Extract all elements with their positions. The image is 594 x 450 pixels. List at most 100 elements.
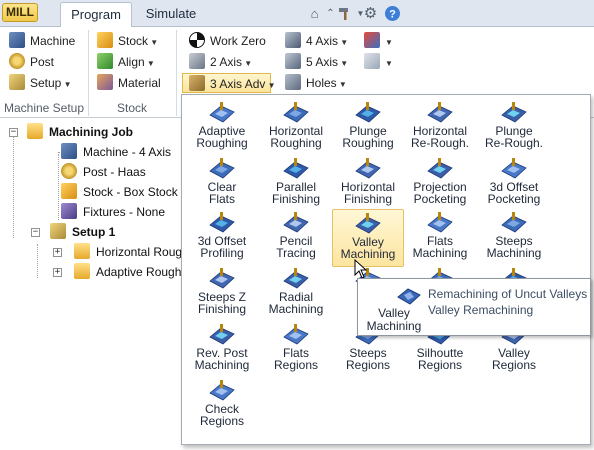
tree-guide xyxy=(13,134,14,238)
gallery-item-radial-machining[interactable]: Radial Machining xyxy=(260,265,332,323)
5-axis-button[interactable]: 5 Axis ▼ xyxy=(285,52,348,72)
gallery-item-3d-offset-profiling[interactable]: 3d Offset Profiling xyxy=(186,209,258,267)
tree-item-adaptive-roughing[interactable]: Adaptive Rough xyxy=(74,262,181,282)
folder-icon xyxy=(27,123,43,139)
ribbon-tab-bar: MILL Program Simulate ⌂ ⌃ ▼ ⚙ ? xyxy=(0,0,594,28)
tools-icon xyxy=(364,32,380,48)
machine-icon xyxy=(61,143,77,159)
stock-icon xyxy=(61,183,77,199)
holes-dropdown-icon: ▼ xyxy=(336,80,347,89)
setup-dropdown-icon: ▼ xyxy=(61,80,72,89)
valley-machining-icon xyxy=(396,285,422,307)
tab-program[interactable]: Program xyxy=(60,2,132,28)
tree-item-machine[interactable]: Machine - 4 Axis xyxy=(61,142,171,162)
mouse-cursor-icon xyxy=(354,258,368,279)
gallery-item-clear-flats[interactable]: Clear Flats xyxy=(186,155,258,213)
stock-button[interactable]: Stock ▼ xyxy=(97,31,158,51)
tooltip: Valley Machining Remachining of Uncut Va… xyxy=(357,278,591,336)
tree-item-post[interactable]: Post - Haas xyxy=(61,162,146,182)
2-axis-dropdown-icon: ▼ xyxy=(242,59,253,68)
tab-simulate[interactable]: Simulate xyxy=(138,2,204,28)
tree-expander-op-1[interactable]: + xyxy=(53,248,62,257)
gallery-item-label: Regions xyxy=(491,358,537,372)
plunge-re-rough-icon xyxy=(500,101,528,125)
work-zero-icon xyxy=(189,32,205,48)
mill-app-button[interactable]: MILL xyxy=(2,3,38,22)
5-axis-icon xyxy=(285,53,301,69)
gallery-item-flats-machining[interactable]: Flats Machining xyxy=(404,209,476,267)
holes-button[interactable]: Holes ▼ xyxy=(285,73,347,93)
tree-item-machining-job[interactable]: Machining Job xyxy=(27,122,133,142)
post-button[interactable]: Post xyxy=(9,52,54,72)
check-regions-icon xyxy=(208,379,236,403)
gallery-item-parallel-finishing[interactable]: Parallel Finishing xyxy=(260,155,332,213)
gallery-item-plunge-roughing[interactable]: Plunge Roughing xyxy=(332,99,404,157)
material-button[interactable]: Material xyxy=(97,73,161,93)
flats-machining-icon xyxy=(426,211,454,235)
tree-expander-op-2[interactable]: + xyxy=(53,268,62,277)
tree-expander-root[interactable]: − xyxy=(9,128,18,137)
rev-post-machining-icon xyxy=(208,323,236,347)
job-tree: − Machining Job Machine - 4 Axis Post - … xyxy=(0,118,183,450)
align-button[interactable]: Align ▼ xyxy=(97,52,155,72)
gallery-item-horizontal-finishing[interactable]: Horizontal Finishing xyxy=(332,155,404,213)
gallery-item-adaptive-roughing[interactable]: Adaptive Roughing xyxy=(186,99,258,157)
tree-expander-setup[interactable]: − xyxy=(31,228,40,237)
tooltip-title: Valley Machining xyxy=(366,306,422,333)
gallery-item-label: Pocketing xyxy=(413,192,467,206)
3d-offset-profiling-icon xyxy=(208,211,236,235)
tools-button[interactable]: ▼ xyxy=(364,31,393,51)
gallery-item-steeps-machining[interactable]: Steeps Machining xyxy=(478,209,550,267)
gallery-item-projection-pocketing[interactable]: Projection Pocketing xyxy=(404,155,476,213)
tree-item-fixtures[interactable]: Fixtures - None xyxy=(61,202,165,222)
gallery-item-horizontal-re-rough[interactable]: Horizontal Re-Rough. xyxy=(404,99,476,157)
work-zero-button[interactable]: Work Zero xyxy=(189,31,266,51)
gallery-item-flats-regions[interactable]: Flats Regions xyxy=(260,321,332,379)
machine-button[interactable]: Machine xyxy=(9,31,75,51)
4-axis-button[interactable]: 4 Axis ▼ xyxy=(285,31,348,51)
gear-icon[interactable]: ⚙ xyxy=(362,5,379,22)
group-label-stock: Stock xyxy=(116,101,147,115)
setup-button[interactable]: Setup ▼ xyxy=(9,73,72,93)
3-axis-adv-gallery: Adaptive Roughing Horizontal Roughing Plunge… xyxy=(181,94,591,445)
home-icon[interactable]: ⌂ xyxy=(306,5,323,22)
hammer-icon[interactable] xyxy=(336,5,353,22)
post-icon xyxy=(61,163,77,179)
tools-dropdown-icon: ▼ xyxy=(385,38,393,47)
gallery-item-label: Machining xyxy=(194,358,250,372)
material-icon xyxy=(97,74,113,90)
holes-icon xyxy=(285,74,301,90)
gallery-item-3d-offset-pocketing[interactable]: 3d Offset Pocketing xyxy=(478,155,550,213)
tree-item-horizontal-roughing[interactable]: Horizontal Roug xyxy=(74,242,182,262)
align-dropdown-icon: ▼ xyxy=(144,59,155,68)
gallery-item-rev-post-machining[interactable]: Rev. Post Machining xyxy=(186,321,258,379)
gallery-item-label: Machining xyxy=(340,247,396,261)
tree-guide xyxy=(37,244,38,278)
3-axis-adv-dropdown-icon: ▼ xyxy=(265,81,276,90)
gallery-item-label: Finishing xyxy=(197,302,247,316)
gallery-item-check-regions[interactable]: Check Regions xyxy=(186,377,258,435)
2-axis-icon xyxy=(189,53,205,69)
gallery-item-steeps-z-finishing[interactable]: Steeps Z Finishing xyxy=(186,265,258,323)
gallery-item-label: Re-Rough. xyxy=(484,136,544,150)
stock-icon xyxy=(97,32,113,48)
layout-button[interactable]: ▼ xyxy=(364,52,393,72)
gallery-item-label: Regions xyxy=(199,414,245,428)
help-icon[interactable]: ? xyxy=(384,5,401,22)
tree-item-setup[interactable]: Setup 1 xyxy=(50,222,115,242)
fixtures-icon xyxy=(61,203,77,219)
gallery-item-valley-machining[interactable]: Valley Machining xyxy=(332,209,404,267)
tooltip-line-2: Valley Remachining xyxy=(428,303,534,317)
gallery-item-horizontal-roughing[interactable]: Horizontal Roughing xyxy=(260,99,332,157)
gallery-item-label: Machining xyxy=(486,246,542,260)
gallery-item-plunge-re-rough[interactable]: Plunge Re-Rough. xyxy=(478,99,550,157)
gallery-item-label: Re-Rough. xyxy=(410,136,470,150)
layout-dropdown-icon: ▼ xyxy=(385,59,393,68)
2-axis-button[interactable]: 2 Axis ▼ xyxy=(189,52,252,72)
tree-item-stock[interactable]: Stock - Box Stock xyxy=(61,182,178,202)
3-axis-adv-button[interactable]: 3 Axis Adv ▼ xyxy=(182,73,276,93)
group-separator xyxy=(176,30,177,116)
setup-icon xyxy=(9,74,25,90)
svg-text:?: ? xyxy=(389,9,396,21)
gallery-item-pencil-tracing[interactable]: Pencil Tracing xyxy=(260,209,332,267)
